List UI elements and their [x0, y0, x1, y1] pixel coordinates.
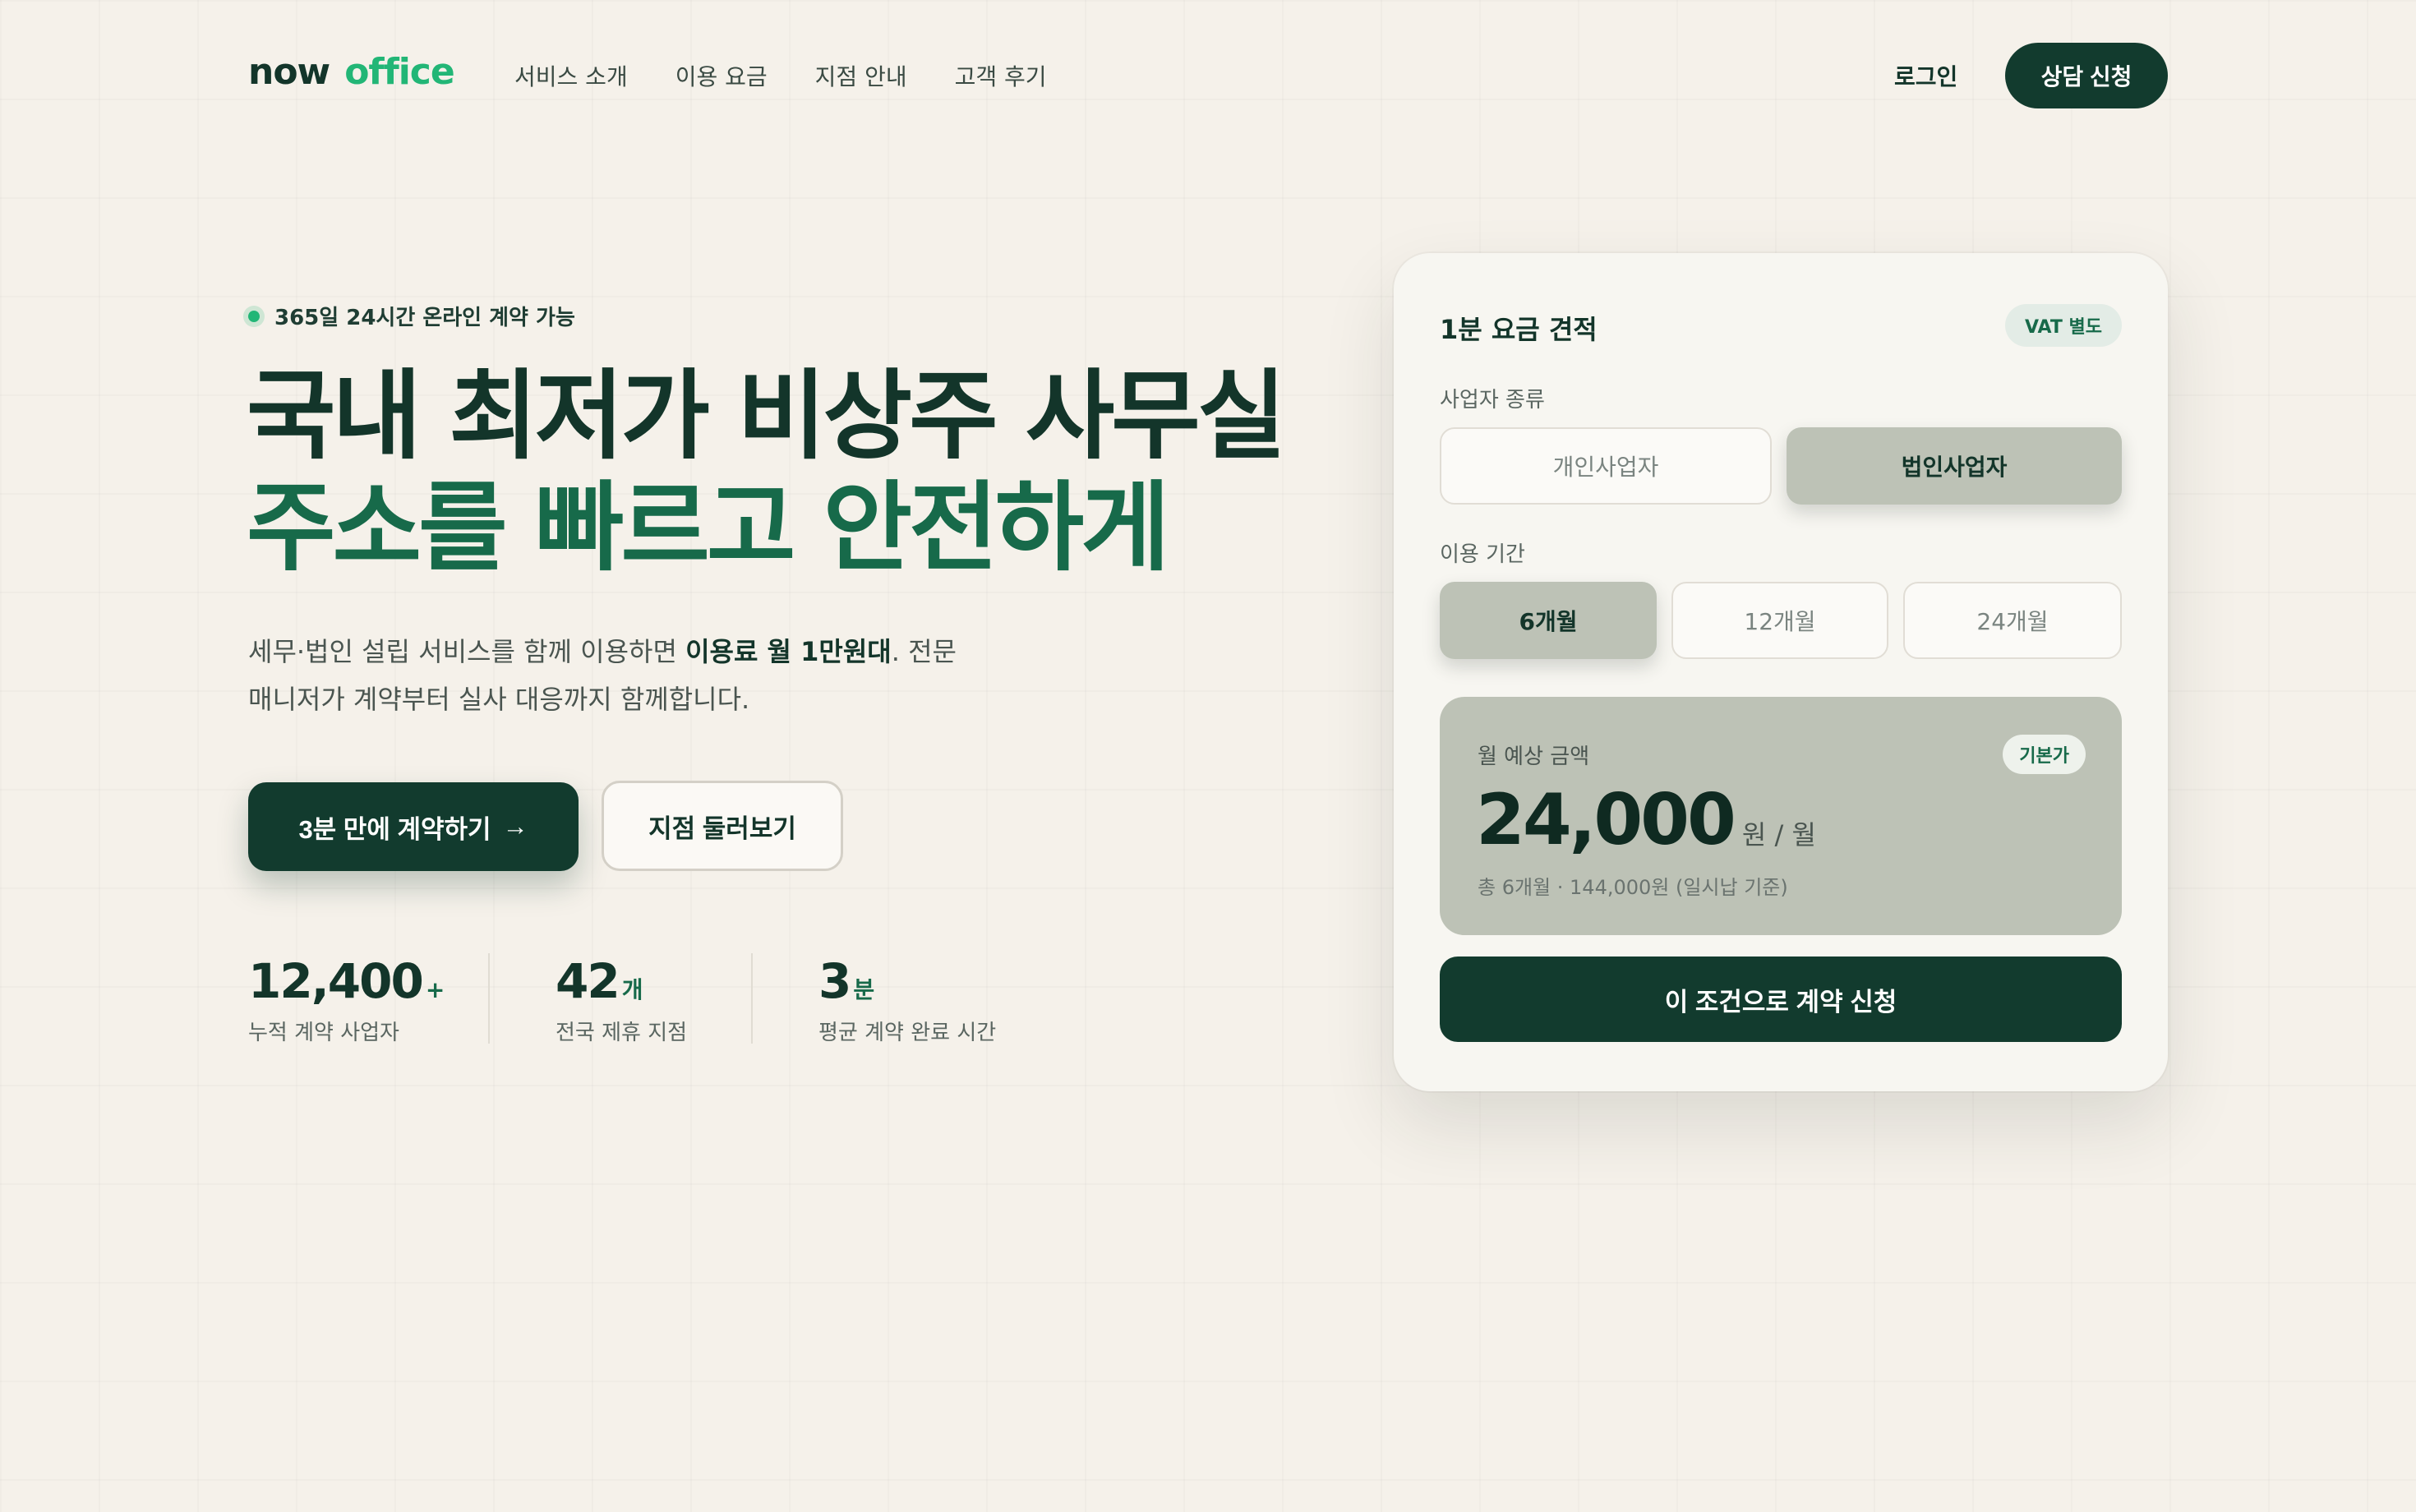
- stat-unit: 개: [621, 976, 643, 1003]
- consult-button[interactable]: 상담 신청: [2005, 43, 2168, 108]
- stat-value: 12,400: [248, 953, 424, 1009]
- period-12m[interactable]: 12개월: [1671, 582, 1888, 659]
- amount-summary: 총 6개월 · 144,000원 (일시납 기준): [1478, 876, 1788, 899]
- quote-card: 1분 요금 견적 VAT 별도 사업자 종류 개인사업자 법인사업자 이용 기간…: [1394, 253, 2168, 1091]
- logo-office: office: [344, 51, 455, 93]
- contract-cta-label: 3분 만에 계약하기: [298, 814, 491, 844]
- availability-badge: 365일 24시간 온라인 계약 가능: [245, 301, 575, 331]
- period-6m[interactable]: 6개월: [1440, 582, 1657, 659]
- stat-label: 누적 계약 사업자: [248, 1021, 399, 1045]
- arrow-right-icon: →: [502, 812, 528, 841]
- nav-reviews[interactable]: 고객 후기: [955, 59, 1047, 92]
- availability-text: 365일 24시간 온라인 계약 가능: [274, 306, 575, 330]
- estimate-amount: 24,000 원 / 월: [1476, 779, 1816, 861]
- stat-divider: [488, 953, 490, 1044]
- nav-branches[interactable]: 지점 안내: [815, 59, 907, 92]
- status-dot-icon: [248, 310, 260, 322]
- stat-label: 평균 계약 완료 시간: [818, 1021, 997, 1045]
- vat-badge: VAT 별도: [2005, 304, 2122, 347]
- stat-divider: [751, 953, 753, 1044]
- main-nav: 서비스 소개 이용 요금 지점 안내 고객 후기: [514, 59, 1047, 92]
- quote-title: 1분 요금 견적: [1440, 314, 1598, 345]
- hero-desc-prefix: 세무·법인 설립 서비스를 함께 이용하면: [248, 636, 686, 667]
- period-24m[interactable]: 24개월: [1903, 582, 2122, 659]
- estimate-label: 월 예상 금액: [1478, 744, 1590, 769]
- stat-value: 42: [556, 953, 620, 1009]
- login-link[interactable]: 로그인: [1894, 59, 1957, 92]
- amount-unit: 원 / 월: [1741, 819, 1816, 850]
- estimate-panel: 월 예상 금액 기본가 24,000 원 / 월 총 6개월 · 144,000원…: [1440, 697, 2122, 935]
- stat-branches: 42 개 전국 제휴 지점: [556, 953, 687, 1046]
- hero-desc-highlight: 이용료 월 1만원대: [685, 636, 892, 667]
- period-label: 이용 기간: [1440, 542, 1525, 567]
- biz-type-individual[interactable]: 개인사업자: [1440, 427, 1772, 505]
- hero-description: 세무·법인 설립 서비스를 함께 이용하면 이용료 월 1만원대. 전문 매니저…: [248, 628, 988, 723]
- hero-title-line1: 국내 최저가 비상주 사무실: [247, 359, 1286, 472]
- biz-type-corporate[interactable]: 법인사업자: [1787, 427, 2122, 505]
- stat-label: 전국 제휴 지점: [556, 1021, 688, 1045]
- browse-branches-button[interactable]: 지점 둘러보기: [602, 781, 843, 871]
- biz-type-label: 사업자 종류: [1440, 388, 1545, 413]
- stat-unit: 분: [853, 976, 875, 1003]
- stat-unit: +: [425, 976, 445, 1003]
- hero-title-line2: 주소를 빠르고 안전하게: [247, 471, 1170, 584]
- nav-service[interactable]: 서비스 소개: [514, 59, 628, 92]
- stat-time: 3분 평균 계약 완료 시간: [818, 953, 996, 1046]
- amount-value: 24,000: [1476, 779, 1736, 861]
- logo-now: now: [248, 51, 330, 93]
- stat-value: 3: [818, 953, 851, 1009]
- base-price-badge: 기본가: [2003, 735, 2086, 774]
- hero-title: 국내 최저가 비상주 사무실 주소를 빠르고 안전하게: [247, 359, 1286, 584]
- brand-logo[interactable]: now office: [248, 51, 455, 93]
- contract-cta-button[interactable]: 3분 만에 계약하기 →: [248, 782, 579, 871]
- apply-contract-button[interactable]: 이 조건으로 계약 신청: [1440, 957, 2122, 1042]
- nav-pricing[interactable]: 이용 요금: [675, 59, 768, 92]
- stat-contracts: 12,400 + 누적 계약 사업자: [248, 953, 445, 1046]
